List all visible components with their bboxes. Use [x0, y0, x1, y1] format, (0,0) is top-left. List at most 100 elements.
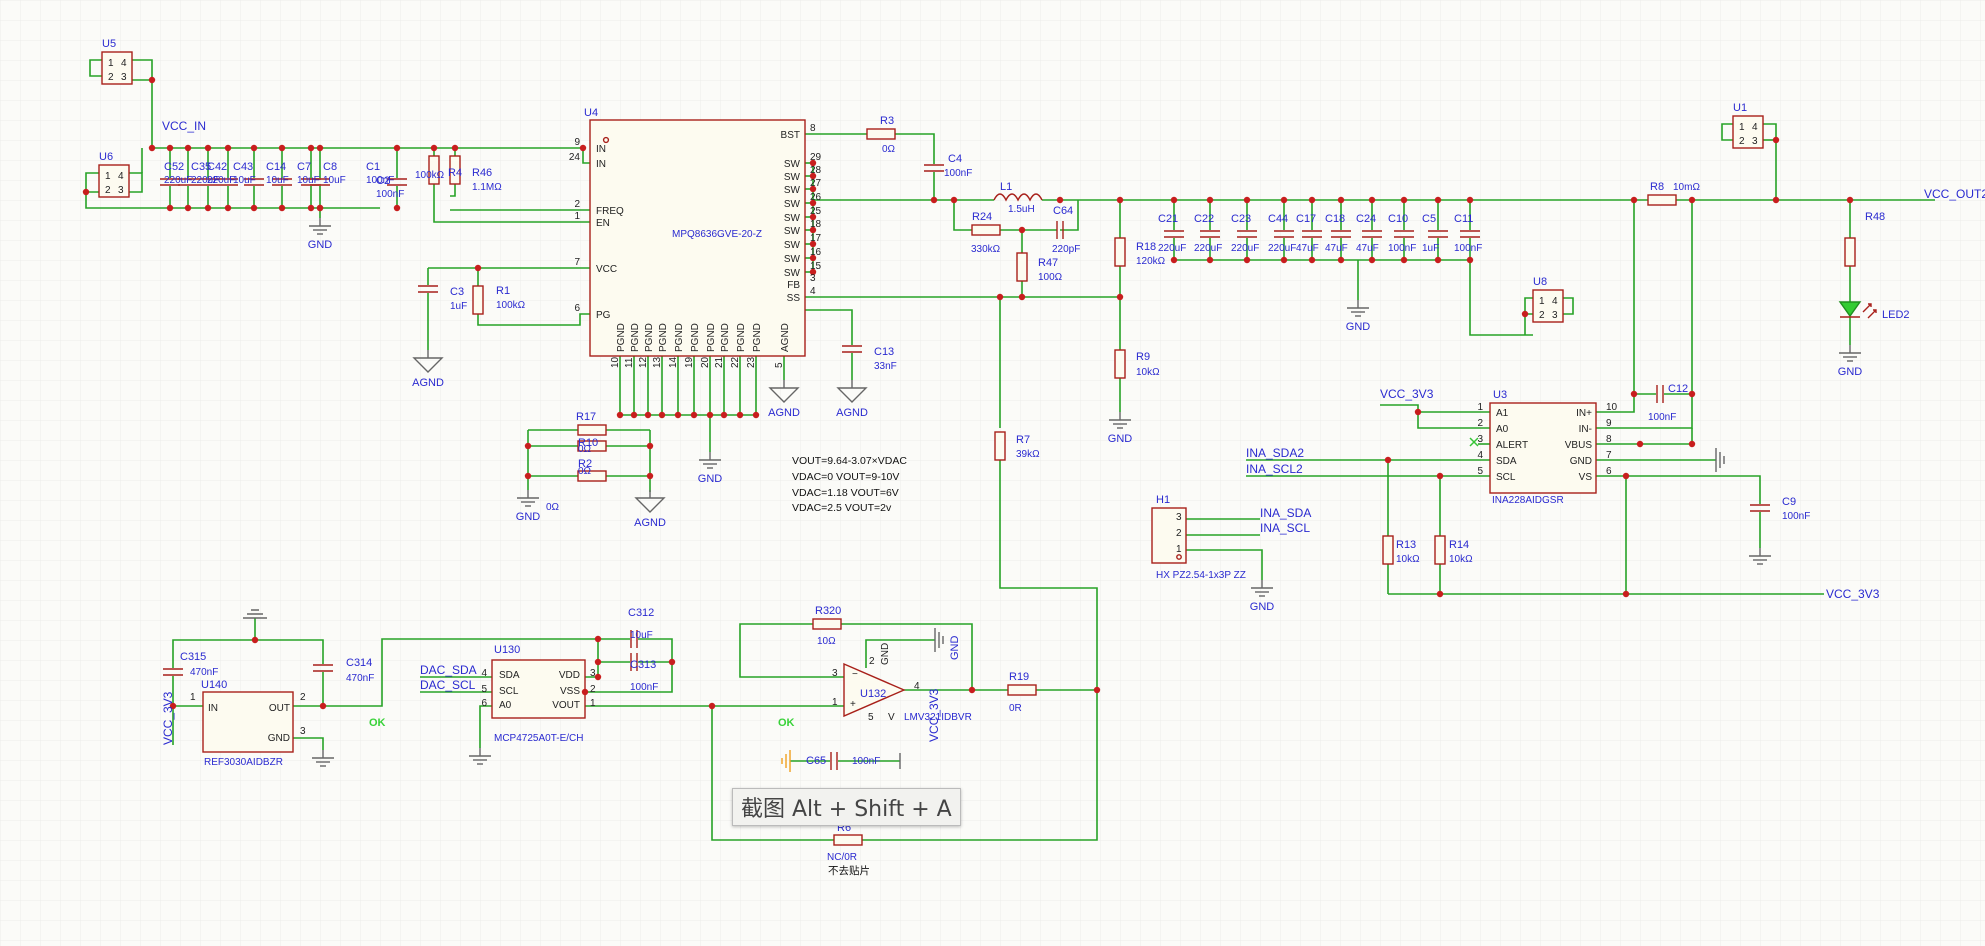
- junction-dot: [579, 144, 587, 152]
- u4-pin-name: SW: [784, 185, 801, 196]
- u3-pin-num: 9: [1606, 418, 1612, 429]
- r320-value: 10Ω: [817, 636, 836, 647]
- junction-dot: [451, 144, 459, 152]
- l1-value: 1.5uH: [1008, 204, 1035, 215]
- r8-ref: R8: [1650, 181, 1664, 193]
- net-ina-scl2: INA_SCL2: [1246, 462, 1303, 476]
- junction-dot: [1688, 440, 1696, 448]
- net-ina-sda: INA_SDA: [1260, 506, 1311, 520]
- u140-pin-name: IN: [208, 703, 218, 714]
- u4-pin-num: 29: [810, 152, 822, 163]
- c312-ref: C312: [628, 607, 654, 619]
- junction-dot: [82, 188, 90, 196]
- r3-ref: R3: [880, 115, 894, 127]
- r17: [577, 424, 607, 436]
- r47-value: 100Ω: [1038, 272, 1063, 283]
- junction-dot: [1368, 196, 1376, 204]
- junction-dot: [1400, 256, 1408, 264]
- u4-pin-num: 5: [774, 362, 785, 368]
- u3-pin-name: SCL: [1496, 472, 1516, 483]
- r6-value: NC/0R: [827, 852, 857, 863]
- r24-ref: R24: [972, 211, 992, 223]
- u4-pin-name: IN: [596, 159, 606, 170]
- u4-pin-num: 12: [638, 356, 649, 368]
- input-cap-value: 220uF: [207, 175, 235, 186]
- junction-dot: [996, 293, 1004, 301]
- u8-pin: 1: [1539, 296, 1545, 307]
- schematic-canvas[interactable]: 1 42 3U51 42 3U6VCC_INC52220uFC35220uFC42220…: [0, 0, 1985, 946]
- u8: [1532, 289, 1564, 323]
- output-cap-ref: C18: [1325, 213, 1345, 225]
- screenshot-tooltip: 截图 Alt + Shift + A: [732, 788, 961, 826]
- junction-dot: [1384, 456, 1392, 464]
- output-cap-value: 47uF: [1296, 243, 1319, 254]
- junction-dot: [658, 411, 666, 419]
- c3-value: 1uF: [450, 301, 467, 312]
- c4-value: 100nF: [944, 168, 972, 179]
- u4-pin-num: 16: [810, 247, 822, 258]
- junction-dot: [1308, 256, 1316, 264]
- u3-pin-name: IN+: [1576, 408, 1592, 419]
- connector-body: [1532, 289, 1564, 323]
- c12-ref: C12: [1668, 383, 1688, 395]
- u4-pin-num: 23: [746, 356, 757, 368]
- junction-dot: [250, 144, 258, 152]
- u4-pin-num: 26: [810, 192, 822, 203]
- junction-dot: [706, 411, 714, 419]
- r13: [1382, 535, 1394, 565]
- u3-value: INA228AIDGSR: [1492, 495, 1564, 506]
- junction-dot: [1337, 256, 1345, 264]
- junction-dot: [1630, 196, 1638, 204]
- r47: [1016, 252, 1028, 282]
- junction-dot: [1243, 196, 1251, 204]
- u5-pin: 4: [121, 58, 127, 69]
- r9-ref: R9: [1136, 351, 1150, 363]
- input-cap-value: 10uF: [297, 175, 320, 186]
- u3-pin-name: A0: [1496, 424, 1509, 435]
- u4-pin-name: PGND: [736, 323, 747, 352]
- u4-pin-num: 10: [610, 356, 621, 368]
- junction-dot: [1434, 256, 1442, 264]
- junction-dot: [594, 635, 602, 643]
- r320: [812, 618, 842, 630]
- u3-pin-num: 7: [1606, 450, 1612, 461]
- u4-pin-num: 9: [574, 137, 580, 148]
- junction-dot: [278, 204, 286, 212]
- net-vcc-out2: VCC_OUT2: [1924, 187, 1985, 201]
- net-dac-scl: DAC_SCL: [420, 678, 476, 692]
- junction-dot: [166, 144, 174, 152]
- input-cap-ref: C43: [233, 161, 253, 173]
- r4-value: 100kΩ: [415, 170, 445, 181]
- r1: [472, 285, 484, 315]
- r48: [1844, 237, 1856, 267]
- h1-pin: 1: [1176, 544, 1182, 555]
- u4-pin-name: SW: [784, 226, 801, 237]
- junction-dot: [1521, 310, 1529, 318]
- ok-mark: OK: [778, 717, 795, 729]
- junction-dot: [1280, 196, 1288, 204]
- gnd-label: GND: [308, 239, 333, 251]
- u4-pin-name: BST: [781, 130, 800, 141]
- u4-pin-name: SS: [787, 293, 801, 304]
- u130-ref: U130: [494, 644, 520, 656]
- junction-dot: [594, 673, 602, 681]
- junction-dot: [316, 144, 324, 152]
- junction-dot: [393, 144, 401, 152]
- u4-pin-num: 7: [574, 257, 580, 268]
- u8-pin: 4: [1552, 296, 1558, 307]
- r8: [1647, 194, 1677, 206]
- c64-value: 220pF: [1052, 244, 1080, 255]
- u6-pin: 3: [118, 185, 124, 196]
- output-cap-value: 220uF: [1231, 243, 1259, 254]
- r46-value: 1.1MΩ: [472, 182, 502, 193]
- u4-pin-name: PGND: [644, 323, 655, 352]
- u4-pin-name: PGND: [658, 323, 669, 352]
- junction-dot: [752, 411, 760, 419]
- junction-dot: [1206, 256, 1214, 264]
- u4-pin-name: PG: [596, 310, 611, 321]
- c314-value: 470nF: [346, 673, 374, 684]
- u4-pin-num: 6: [574, 303, 580, 314]
- u132-pin: 5: [868, 712, 874, 723]
- junction-dot: [720, 411, 728, 419]
- u4-pin-num: 13: [652, 356, 663, 368]
